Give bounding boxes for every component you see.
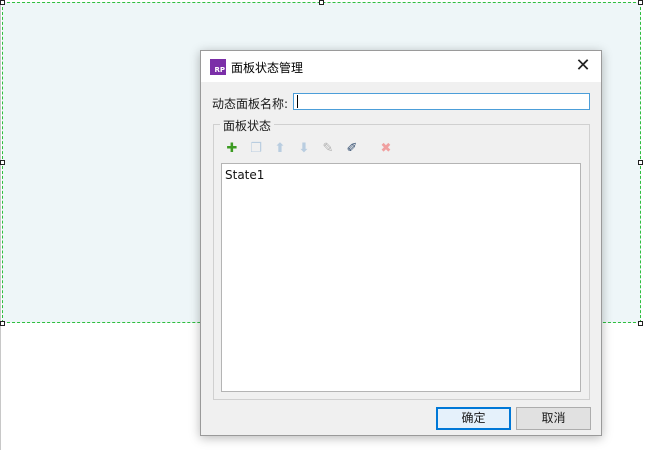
- dialog-title: 面板状态管理: [231, 61, 304, 75]
- panel-name-input[interactable]: [293, 93, 590, 110]
- ok-button[interactable]: 确定: [436, 407, 511, 430]
- resize-handle-bottom-right[interactable]: [638, 321, 643, 326]
- resize-handle-bottom-left[interactable]: [0, 321, 5, 326]
- move-down-button[interactable]: ⬇: [295, 140, 313, 158]
- canvas-edge: [0, 0, 1, 450]
- edit-all-states-icon: ✐: [346, 141, 358, 156]
- delete-state-icon: ✖: [380, 141, 392, 156]
- move-down-icon: ⬇: [298, 141, 310, 156]
- edit-state-icon: ✎: [322, 141, 334, 156]
- move-up-button[interactable]: ⬆: [271, 140, 289, 158]
- edit-state-button[interactable]: ✎: [319, 140, 337, 158]
- panel-name-label: 动态面板名称:: [212, 97, 289, 111]
- resize-handle-top-right[interactable]: [638, 0, 643, 5]
- text-caret: [297, 95, 298, 108]
- resize-handle-top-left[interactable]: [0, 0, 5, 5]
- axure-rp-icon: RP: [210, 59, 226, 75]
- close-icon: ✕: [575, 55, 591, 76]
- dialog-titlebar[interactable]: RP 面板状态管理 ✕: [201, 51, 601, 82]
- panel-state-manager-dialog: RP 面板状态管理 ✕ 动态面板名称: 面板状态 ✚ ❐ ⬆ ⬇ ✎ ✐ ✖ S…: [200, 50, 602, 436]
- resize-handle-top-center[interactable]: [319, 0, 324, 5]
- panel-states-group-label: 面板状态: [220, 117, 275, 134]
- close-button[interactable]: ✕: [569, 53, 597, 79]
- move-up-icon: ⬆: [274, 141, 286, 156]
- duplicate-state-button[interactable]: ❐: [247, 140, 265, 158]
- add-state-button[interactable]: ✚: [223, 140, 241, 158]
- state-item[interactable]: State1: [225, 168, 264, 182]
- states-toolbar: ✚ ❐ ⬆ ⬇ ✎ ✐ ✖: [223, 140, 403, 158]
- delete-state-button[interactable]: ✖: [377, 140, 395, 158]
- duplicate-state-icon: ❐: [250, 141, 262, 156]
- resize-handle-middle-left[interactable]: [0, 160, 5, 165]
- add-state-icon: ✚: [226, 141, 238, 156]
- resize-handle-middle-right[interactable]: [638, 160, 643, 165]
- cancel-button[interactable]: 取消: [516, 407, 591, 430]
- states-list[interactable]: State1: [221, 163, 581, 392]
- edit-all-states-button[interactable]: ✐: [343, 140, 361, 158]
